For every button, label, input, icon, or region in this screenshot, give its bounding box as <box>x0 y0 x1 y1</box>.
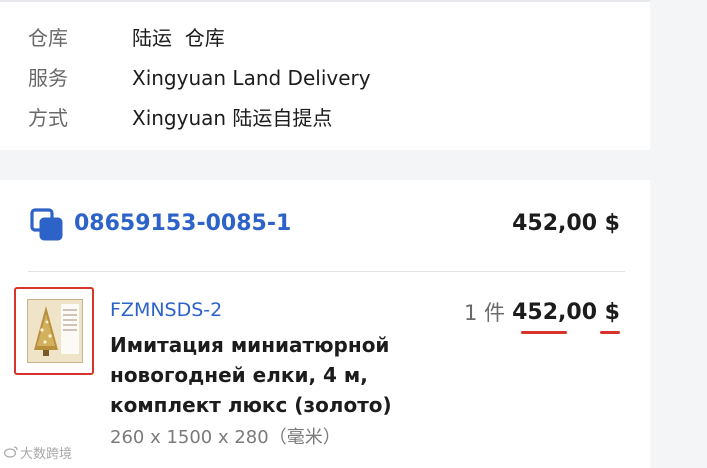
info-row-service: 服务 Xingyuan Land Delivery <box>0 61 650 95</box>
shipping-info-card: 仓库 陆运 仓库 服务 Xingyuan Land Delivery 方式 Xi… <box>0 0 650 150</box>
copy-icon[interactable] <box>30 208 64 242</box>
card-top-border <box>0 0 650 2</box>
product-sku[interactable]: FZMNSDS-2 <box>110 296 222 324</box>
product-name-line: Имитация миниатюрной <box>110 333 390 357</box>
watermark-text: 大数跨境 <box>20 447 73 462</box>
christmas-tree-image <box>28 300 82 362</box>
warehouse-value: 陆运 仓库 <box>132 26 225 50</box>
method-label: 方式 <box>28 106 68 130</box>
order-number-link[interactable]: 08659153-0085-1 <box>74 206 291 242</box>
product-dimensions: 260 x 1500 x 280（毫米） <box>110 427 341 448</box>
product-name-line: комплект люкс (золото) <box>110 393 392 417</box>
currency-underline-mark <box>600 331 620 334</box>
warehouse-label: 仓库 <box>28 26 68 50</box>
order-card: 08659153-0085-1 452,00 $ FZMNSDS-2 Имита… <box>0 180 650 468</box>
divider <box>28 271 625 272</box>
method-value: Xingyuan 陆运自提点 <box>132 106 333 130</box>
product-thumbnail[interactable] <box>14 287 94 375</box>
info-row-method: 方式 Xingyuan 陆运自提点 <box>0 101 650 135</box>
info-row-warehouse: 仓库 陆运 仓库 <box>0 21 650 55</box>
product-image <box>27 299 83 363</box>
order-total: 452,00 $ <box>512 211 620 236</box>
product-name-line: новогодней елки, 4 м, <box>110 363 368 387</box>
price-underline-mark <box>521 331 567 334</box>
item-quantity: 1 件 <box>464 301 506 325</box>
service-value: Xingyuan Land Delivery <box>132 66 371 90</box>
item-price: 452,00 $ <box>512 300 620 325</box>
weibo-icon <box>3 446 18 464</box>
product-name: Имитация миниатюрной новогодней елки, 4 … <box>110 330 410 420</box>
service-label: 服务 <box>28 66 68 90</box>
watermark: 大数跨境 <box>3 446 73 464</box>
